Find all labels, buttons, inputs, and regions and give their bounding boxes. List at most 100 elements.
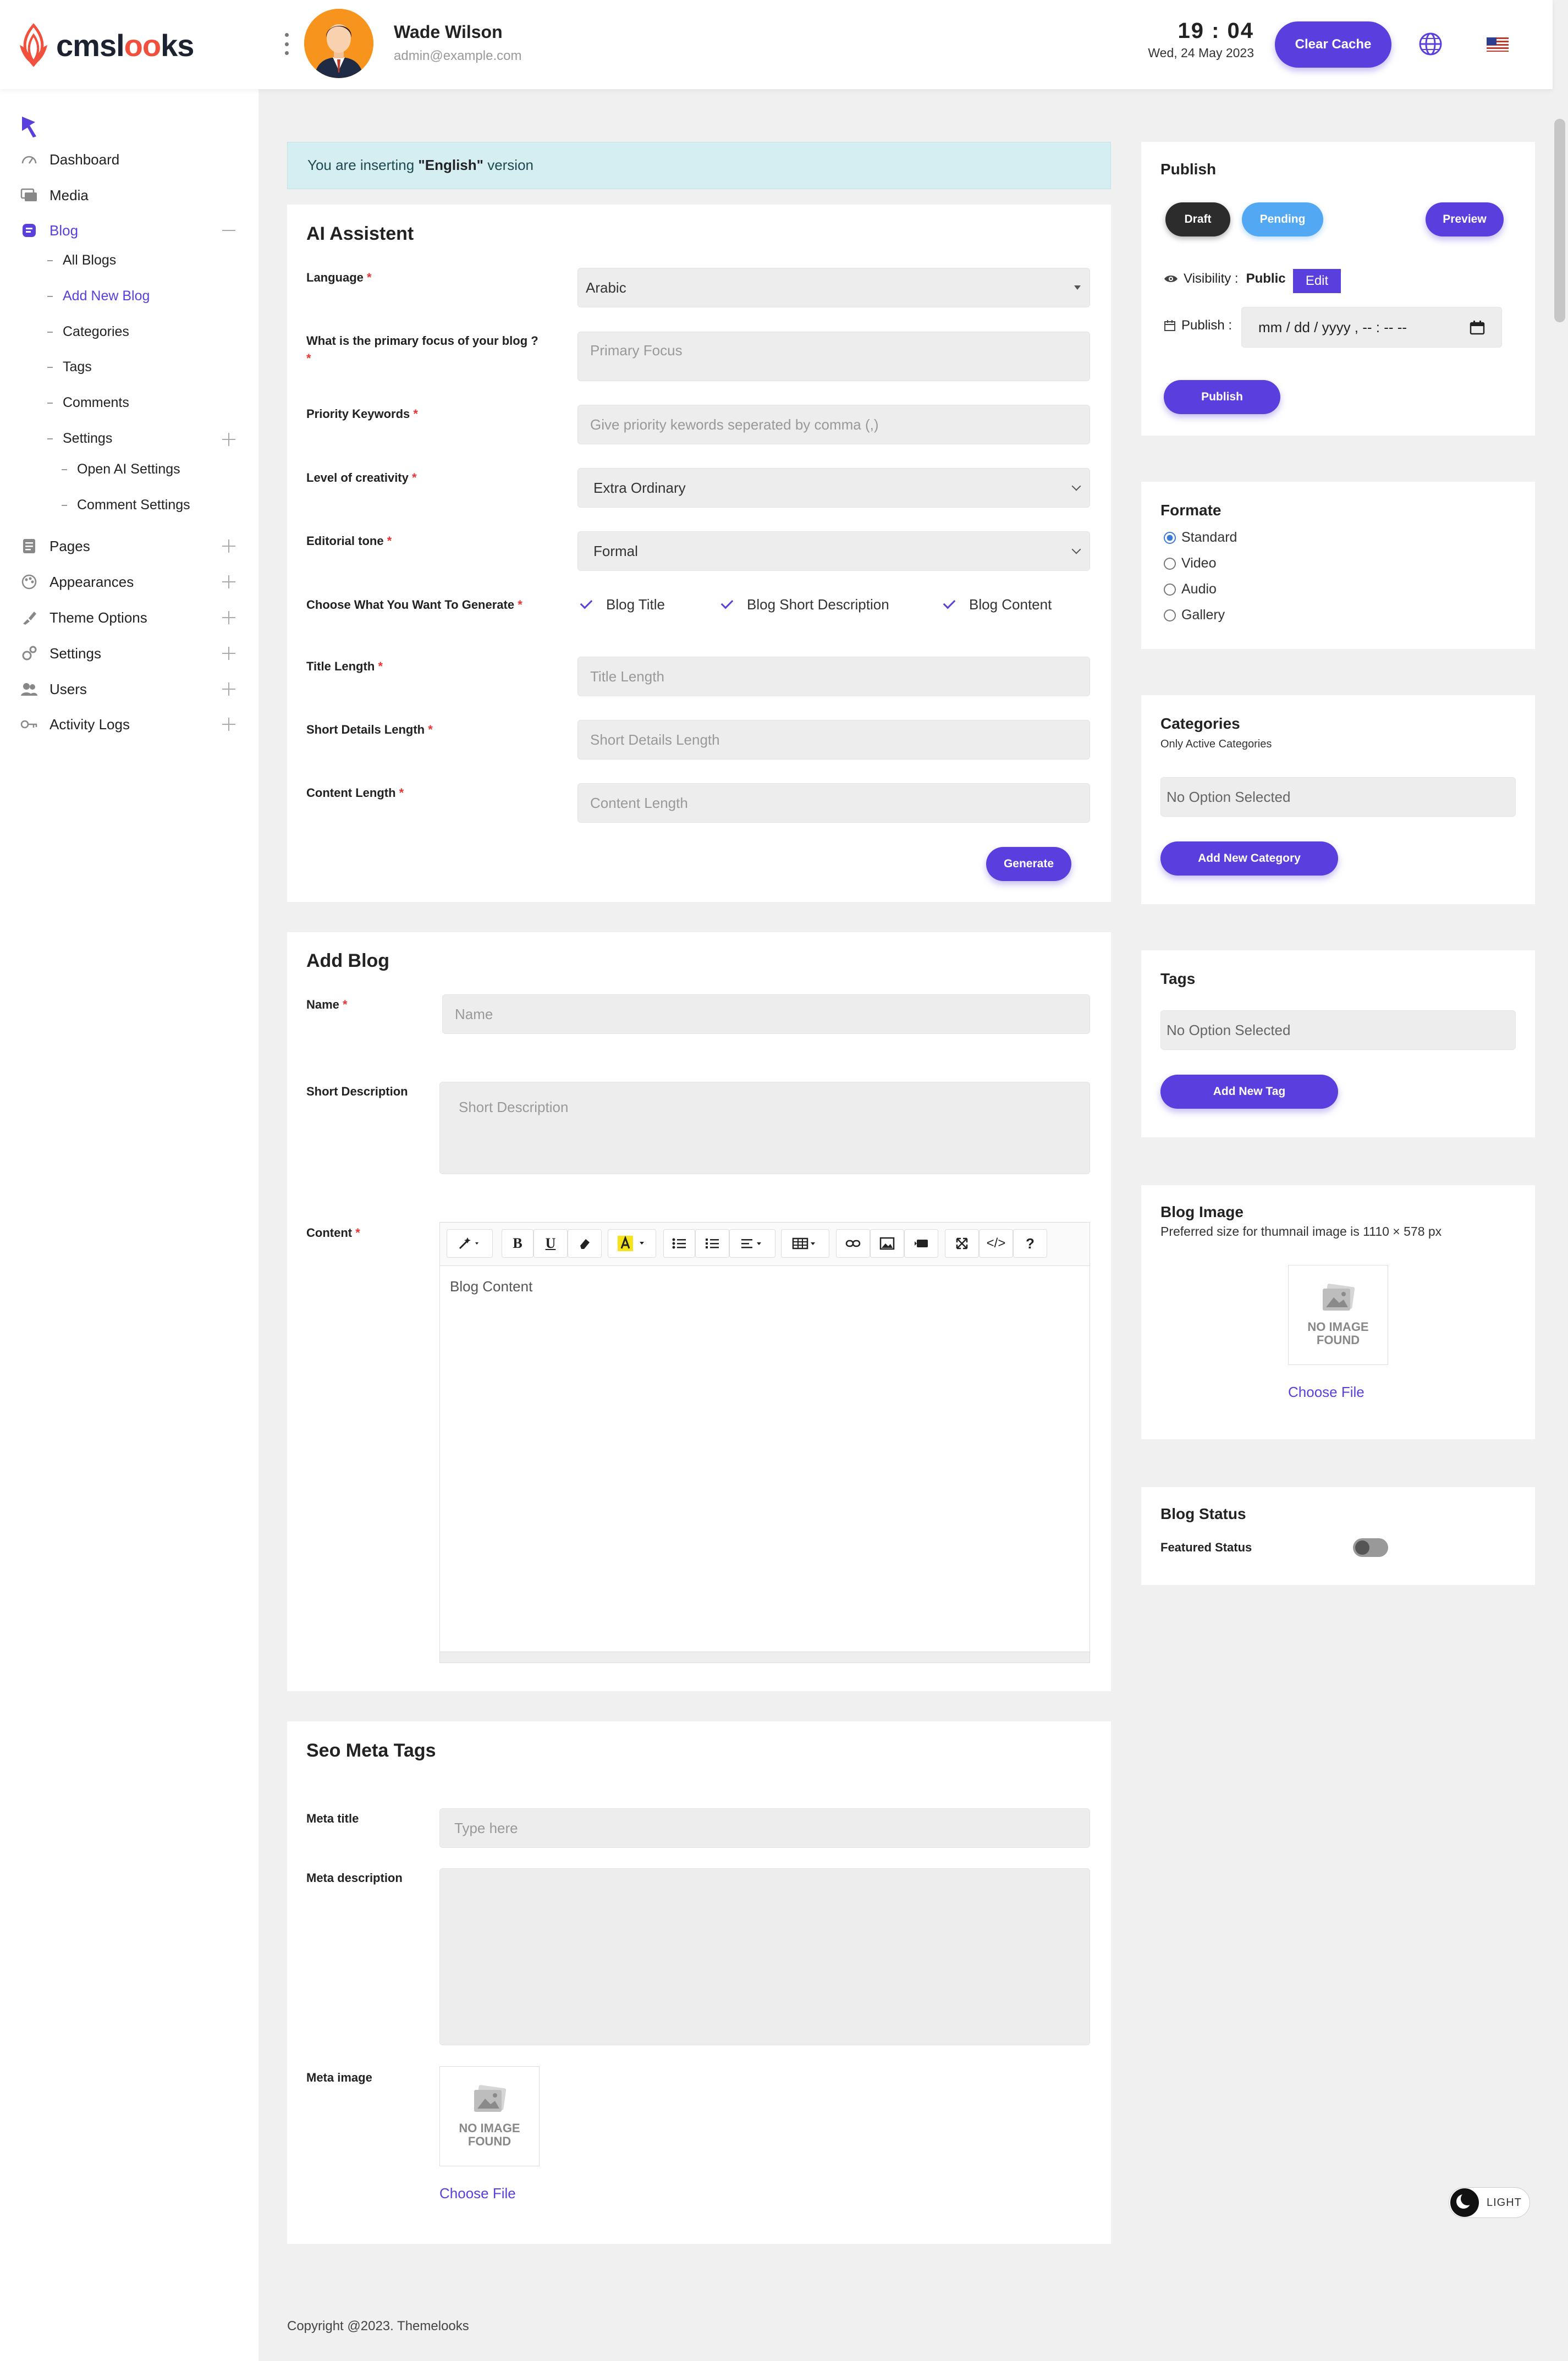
- sidebar-item-settings[interactable]: Settings: [0, 636, 258, 671]
- image-icon[interactable]: [870, 1229, 904, 1258]
- expand-icon[interactable]: [222, 575, 235, 588]
- sidebar-item-appearances[interactable]: Appearances: [0, 564, 258, 599]
- radio-standard[interactable]: Standard: [1164, 530, 1237, 546]
- radio-video[interactable]: Video: [1164, 555, 1217, 571]
- sidebar-item-dashboard[interactable]: Dashboard: [0, 142, 258, 177]
- sidebar-subitem-open-ai-settings[interactable]: Open AI Settings: [62, 461, 180, 477]
- sidebar-subitem-categories[interactable]: Categories: [47, 324, 129, 340]
- link-icon[interactable]: [836, 1229, 870, 1258]
- primary-focus-field[interactable]: Primary Focus: [577, 332, 1090, 381]
- theme-label: LIGHT: [1487, 2196, 1522, 2209]
- pin-icon[interactable]: [18, 114, 40, 140]
- sidebar-item-label: Media: [49, 186, 89, 203]
- content-length-label: Content Length *: [306, 786, 404, 800]
- content-placeholder: Blog Content: [450, 1278, 533, 1295]
- language-select[interactable]: Arabic: [577, 268, 1090, 307]
- tags-select[interactable]: No Option Selected: [1160, 1010, 1516, 1050]
- dashboard-icon: [19, 149, 40, 170]
- sidebar-subitem-tags[interactable]: Tags: [47, 359, 92, 375]
- calendar-picker-icon[interactable]: [1470, 321, 1485, 335]
- no-image-text: NO IMAGE FOUND: [1307, 1320, 1369, 1347]
- globe-icon[interactable]: [1417, 31, 1444, 57]
- sidebar-subitem-all-blogs[interactable]: All Blogs: [47, 252, 116, 268]
- kebab-menu-icon[interactable]: [283, 33, 290, 55]
- logo[interactable]: cmslooks: [18, 23, 194, 67]
- expand-icon[interactable]: [222, 718, 235, 731]
- short-description-field[interactable]: Short Description: [439, 1082, 1090, 1174]
- categories-select[interactable]: No Option Selected: [1160, 777, 1516, 817]
- name-field[interactable]: Name: [442, 994, 1090, 1034]
- eraser-icon[interactable]: [568, 1229, 602, 1258]
- check-blog-content[interactable]: Blog Content: [943, 596, 1052, 613]
- sidebar-item-media[interactable]: Media: [0, 178, 258, 213]
- bold-icon[interactable]: B: [502, 1229, 533, 1258]
- creativity-select[interactable]: Extra Ordinary: [577, 468, 1090, 508]
- visibility-edit-button[interactable]: Edit: [1293, 269, 1341, 293]
- underline-icon[interactable]: U: [533, 1229, 568, 1258]
- collapse-icon[interactable]: [222, 230, 235, 231]
- font-color-icon[interactable]: [608, 1229, 656, 1258]
- help-icon[interactable]: ?: [1013, 1229, 1047, 1258]
- avatar[interactable]: [304, 9, 373, 78]
- align-icon[interactable]: [729, 1229, 775, 1258]
- title-length-field[interactable]: Title Length: [577, 657, 1090, 696]
- blog-image-choose-file[interactable]: Choose File: [1288, 1384, 1365, 1401]
- clear-cache-button[interactable]: Clear Cache: [1275, 21, 1391, 68]
- radio-audio[interactable]: Audio: [1164, 581, 1217, 597]
- publish-button[interactable]: Publish: [1164, 380, 1280, 414]
- featured-status-toggle[interactable]: [1353, 1538, 1388, 1557]
- unordered-list-icon[interactable]: [663, 1229, 695, 1258]
- publish-date-row: Publish :: [1164, 317, 1232, 334]
- moon-icon: [1450, 2188, 1479, 2217]
- theme-toggle[interactable]: LIGHT: [1449, 2187, 1530, 2218]
- sidebar-subitem-comment-settings[interactable]: Comment Settings: [62, 497, 190, 513]
- sidebar-item-users[interactable]: Users: [0, 672, 258, 707]
- scrollbar-track[interactable]: [1553, 119, 1568, 2291]
- check-blog-short-description[interactable]: Blog Short Description: [720, 596, 889, 613]
- appearances-icon: [19, 571, 40, 592]
- radio-gallery[interactable]: Gallery: [1164, 607, 1225, 623]
- sidebar-subitem-add-new-blog[interactable]: Add New Blog: [47, 288, 150, 304]
- us-flag-icon[interactable]: [1474, 31, 1521, 58]
- short-details-length-field[interactable]: Short Details Length: [577, 720, 1090, 760]
- expand-icon[interactable]: [222, 540, 235, 553]
- expand-icon[interactable]: [222, 611, 235, 624]
- publish-date-field[interactable]: mm / dd / yyyy , -- : -- --: [1241, 307, 1502, 348]
- video-icon[interactable]: [904, 1229, 938, 1258]
- expand-icon[interactable]: [222, 647, 235, 660]
- fullscreen-icon[interactable]: [945, 1229, 979, 1258]
- sidebar-subitem-settings[interactable]: Settings: [47, 431, 112, 447]
- generate-button[interactable]: Generate: [986, 847, 1071, 881]
- content-editor[interactable]: Blog Content: [439, 1266, 1090, 1663]
- featured-status-label: Featured Status: [1160, 1540, 1252, 1554]
- scrollbar-thumb[interactable]: [1554, 119, 1565, 322]
- draft-button[interactable]: Draft: [1165, 202, 1230, 236]
- table-icon[interactable]: [781, 1229, 829, 1258]
- clock-date: Wed, 24 May 2023: [1148, 46, 1254, 60]
- editorial-tone-select[interactable]: Formal: [577, 531, 1090, 571]
- meta-image-choose-file[interactable]: Choose File: [439, 2185, 516, 2202]
- pending-button[interactable]: Pending: [1242, 202, 1323, 236]
- checkmark-icon: [720, 596, 734, 609]
- expand-icon[interactable]: [222, 683, 235, 696]
- sidebar-item-pages[interactable]: Pages: [0, 529, 258, 564]
- generate-what-label: Choose What You Want To Generate *: [306, 598, 522, 612]
- code-view-icon[interactable]: </>: [979, 1229, 1013, 1258]
- sidebar-item-blog[interactable]: Blog: [0, 213, 258, 248]
- check-blog-title[interactable]: Blog Title: [580, 596, 665, 613]
- ordered-list-icon[interactable]: [695, 1229, 729, 1258]
- meta-description-field[interactable]: [439, 1868, 1090, 2045]
- logo-mark-icon: [20, 23, 47, 67]
- sidebar-subitem-comments[interactable]: Comments: [47, 395, 129, 411]
- magic-style-icon[interactable]: [447, 1229, 493, 1258]
- meta-title-field[interactable]: Type here: [439, 1808, 1090, 1848]
- priority-keywords-field[interactable]: Give priority kewords seperated by comma…: [577, 405, 1090, 444]
- preview-button[interactable]: Preview: [1426, 202, 1504, 236]
- resize-handle[interactable]: [440, 1652, 1090, 1663]
- sidebar-item-label: Theme Options: [49, 609, 147, 626]
- sidebar-item-theme-options[interactable]: Theme Options: [0, 600, 258, 635]
- add-new-tag-button[interactable]: Add New Tag: [1160, 1075, 1338, 1109]
- sidebar-item-activity-logs[interactable]: Activity Logs: [0, 707, 258, 742]
- add-new-category-button[interactable]: Add New Category: [1160, 841, 1338, 876]
- content-length-field[interactable]: Content Length: [577, 783, 1090, 823]
